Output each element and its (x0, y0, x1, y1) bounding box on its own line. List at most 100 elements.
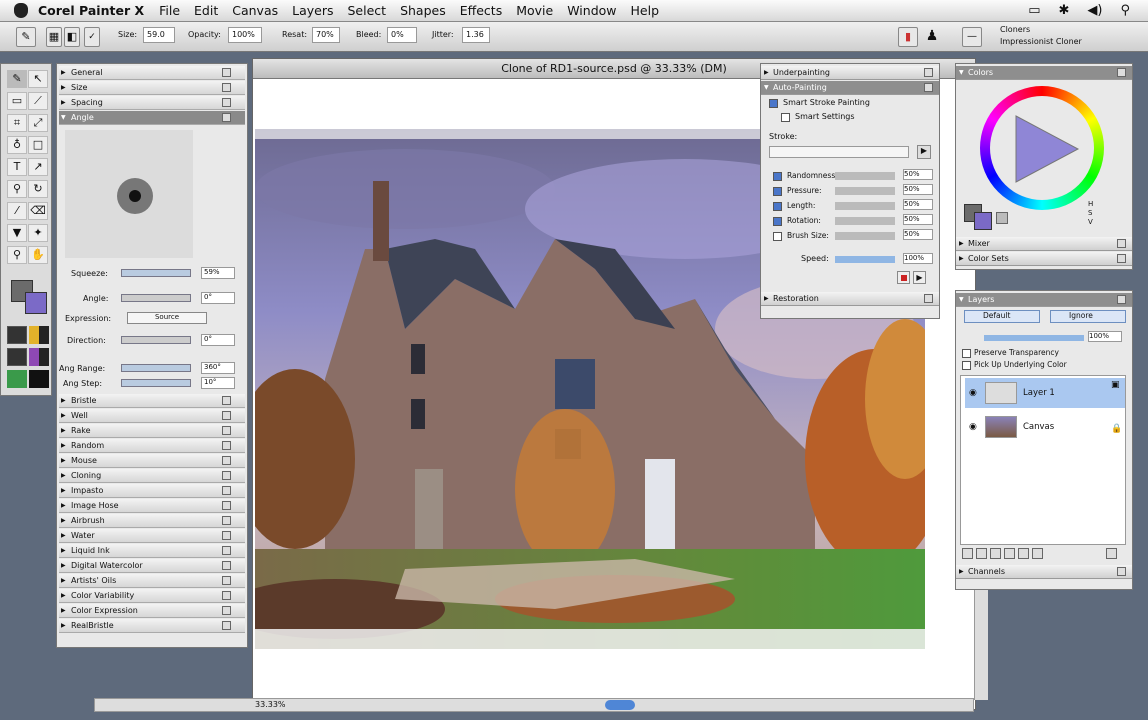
delete-layer-icon[interactable] (1106, 548, 1117, 559)
length-slider[interactable] (835, 202, 895, 210)
rotation-checkbox[interactable] (773, 217, 782, 226)
paper-selector-icon[interactable] (7, 326, 27, 344)
brush-category[interactable]: Cloners (1000, 25, 1030, 34)
brush-size-slider[interactable] (835, 232, 895, 240)
menu-movie[interactable]: Movie (516, 3, 553, 18)
size-field[interactable]: 59.0 (143, 27, 175, 43)
menu-file[interactable]: File (159, 3, 180, 18)
rect-select-icon[interactable]: ▭ (7, 92, 27, 110)
layer-row-layer-1[interactable]: ◉ Layer 1 ▣ (965, 378, 1125, 408)
menu-select[interactable]: Select (348, 3, 387, 18)
menu-help[interactable]: Help (631, 3, 660, 18)
speed-field[interactable]: 100% (903, 253, 933, 264)
section-realbristle[interactable]: RealBristle (59, 619, 245, 633)
ang-step-field[interactable]: 10° (201, 377, 235, 389)
section-image-hose[interactable]: Image Hose (59, 499, 245, 513)
rotation-field[interactable]: 50% (903, 214, 933, 225)
section-artists-oils[interactable]: Artists' Oils (59, 574, 245, 588)
jitter-field[interactable]: 1.36 (462, 27, 490, 43)
display-icon[interactable]: ▭ (1028, 3, 1040, 18)
randomness-field[interactable]: 50% (903, 169, 933, 180)
secondary-color-chip[interactable] (974, 212, 992, 230)
squeeze-field[interactable]: 59% (201, 267, 235, 279)
apple-menu-icon[interactable] (14, 3, 28, 18)
group-layers-icon[interactable] (1004, 548, 1015, 559)
stroke-dropdown[interactable] (769, 146, 909, 158)
secondary-color-swatch[interactable] (25, 292, 47, 314)
speed-slider[interactable] (835, 256, 895, 263)
section-rake[interactable]: Rake (59, 424, 245, 438)
brush-tool-icon[interactable]: ✎ (16, 27, 36, 47)
gradient-selector-icon[interactable] (29, 326, 49, 344)
ang-step-slider[interactable] (121, 379, 191, 387)
layer-row-canvas[interactable]: ◉ Canvas 🔒 (965, 412, 1125, 442)
ang-range-field[interactable]: 360° (201, 362, 235, 374)
pressure-slider[interactable] (835, 187, 895, 195)
look-selector-icon[interactable] (29, 370, 49, 388)
bleed-field[interactable]: 0% (387, 27, 417, 43)
play-stroke-button[interactable]: ▶ (917, 145, 931, 159)
length-checkbox[interactable] (773, 202, 782, 211)
transform-icon[interactable]: ⤢ (28, 114, 48, 132)
section-angle[interactable]: Angle (59, 111, 245, 125)
section-bristle[interactable]: Bristle (59, 394, 245, 408)
stroke-type-icon[interactable]: ✓ (84, 27, 100, 47)
smart-settings-checkbox[interactable] (781, 113, 790, 122)
pressure-field[interactable]: 50% (903, 184, 933, 195)
cloner-icon[interactable]: ✦ (28, 224, 48, 242)
stop-button[interactable] (897, 271, 910, 284)
section-color-expression[interactable]: Color Expression (59, 604, 245, 618)
layer-options-icon[interactable]: ▣ (1111, 380, 1120, 390)
brush-size-checkbox[interactable] (773, 232, 782, 241)
nozzle-selector-icon[interactable] (7, 370, 27, 388)
smart-stroke-checkbox[interactable] (769, 99, 778, 108)
direction-slider[interactable] (121, 336, 191, 344)
section-liquid-ink[interactable]: Liquid Ink (59, 544, 245, 558)
clone-color-icon[interactable] (996, 212, 1008, 224)
colors-header[interactable]: Colors (956, 66, 1132, 80)
section-mouse[interactable]: Mouse (59, 454, 245, 468)
composite-method-dropdown[interactable]: Default (964, 310, 1040, 323)
dynamic-plugins-icon[interactable] (976, 548, 987, 559)
pen-icon[interactable]: ♁ (7, 136, 27, 154)
pressure-checkbox[interactable] (773, 187, 782, 196)
play-button[interactable]: ▶ (913, 271, 926, 284)
bluetooth-icon[interactable]: ✱ (1058, 3, 1069, 18)
zoom-icon[interactable]: ⚲ (7, 246, 27, 264)
crop-icon[interactable]: ⌗ (7, 114, 27, 132)
node-select-icon[interactable]: ↗ (28, 158, 48, 176)
underpainting-header[interactable]: Underpainting (761, 66, 939, 80)
channels-header[interactable]: Channels (956, 565, 1132, 579)
section-random[interactable]: Random (59, 439, 245, 453)
section-size[interactable]: Size (59, 81, 245, 95)
section-cloning[interactable]: Cloning (59, 469, 245, 483)
menu-layers[interactable]: Layers (292, 3, 333, 18)
squeeze-slider[interactable] (121, 269, 191, 277)
randomness-slider[interactable] (835, 172, 895, 180)
randomness-checkbox[interactable] (773, 172, 782, 181)
visibility-eye-icon[interactable]: ◉ (969, 422, 977, 432)
rotate-page-icon[interactable]: ↻ (28, 180, 48, 198)
ang-range-slider[interactable] (121, 364, 191, 372)
direction-field[interactable]: 0° (201, 334, 235, 346)
auto-painting-header[interactable]: Auto-Painting (761, 81, 939, 95)
length-field[interactable]: 50% (903, 199, 933, 210)
menu-edit[interactable]: Edit (194, 3, 218, 18)
shape-icon[interactable]: □ (28, 136, 48, 154)
menu-canvas[interactable]: Canvas (232, 3, 278, 18)
magnifier-icon[interactable]: ⚲ (7, 180, 27, 198)
pick-up-color-checkbox[interactable] (962, 361, 971, 370)
composite-depth-dropdown[interactable]: Ignore (1050, 310, 1126, 323)
spotlight-icon[interactable]: ⚲ (1120, 3, 1130, 18)
preserve-transparency-checkbox[interactable] (962, 349, 971, 358)
section-water[interactable]: Water (59, 529, 245, 543)
weaving-selector-icon[interactable] (29, 348, 49, 366)
new-layer-icon[interactable] (962, 548, 973, 559)
new-layer-from-selection-icon[interactable] (1018, 548, 1029, 559)
layer-adjust-icon[interactable] (1032, 548, 1043, 559)
rotation-slider[interactable] (835, 217, 895, 225)
expression-dropdown[interactable]: Source (127, 312, 207, 324)
app-menu[interactable]: Corel Painter X (38, 3, 144, 18)
visibility-eye-icon[interactable]: ◉ (969, 388, 977, 398)
brush-selector-icon[interactable]: ♟ (922, 27, 942, 47)
